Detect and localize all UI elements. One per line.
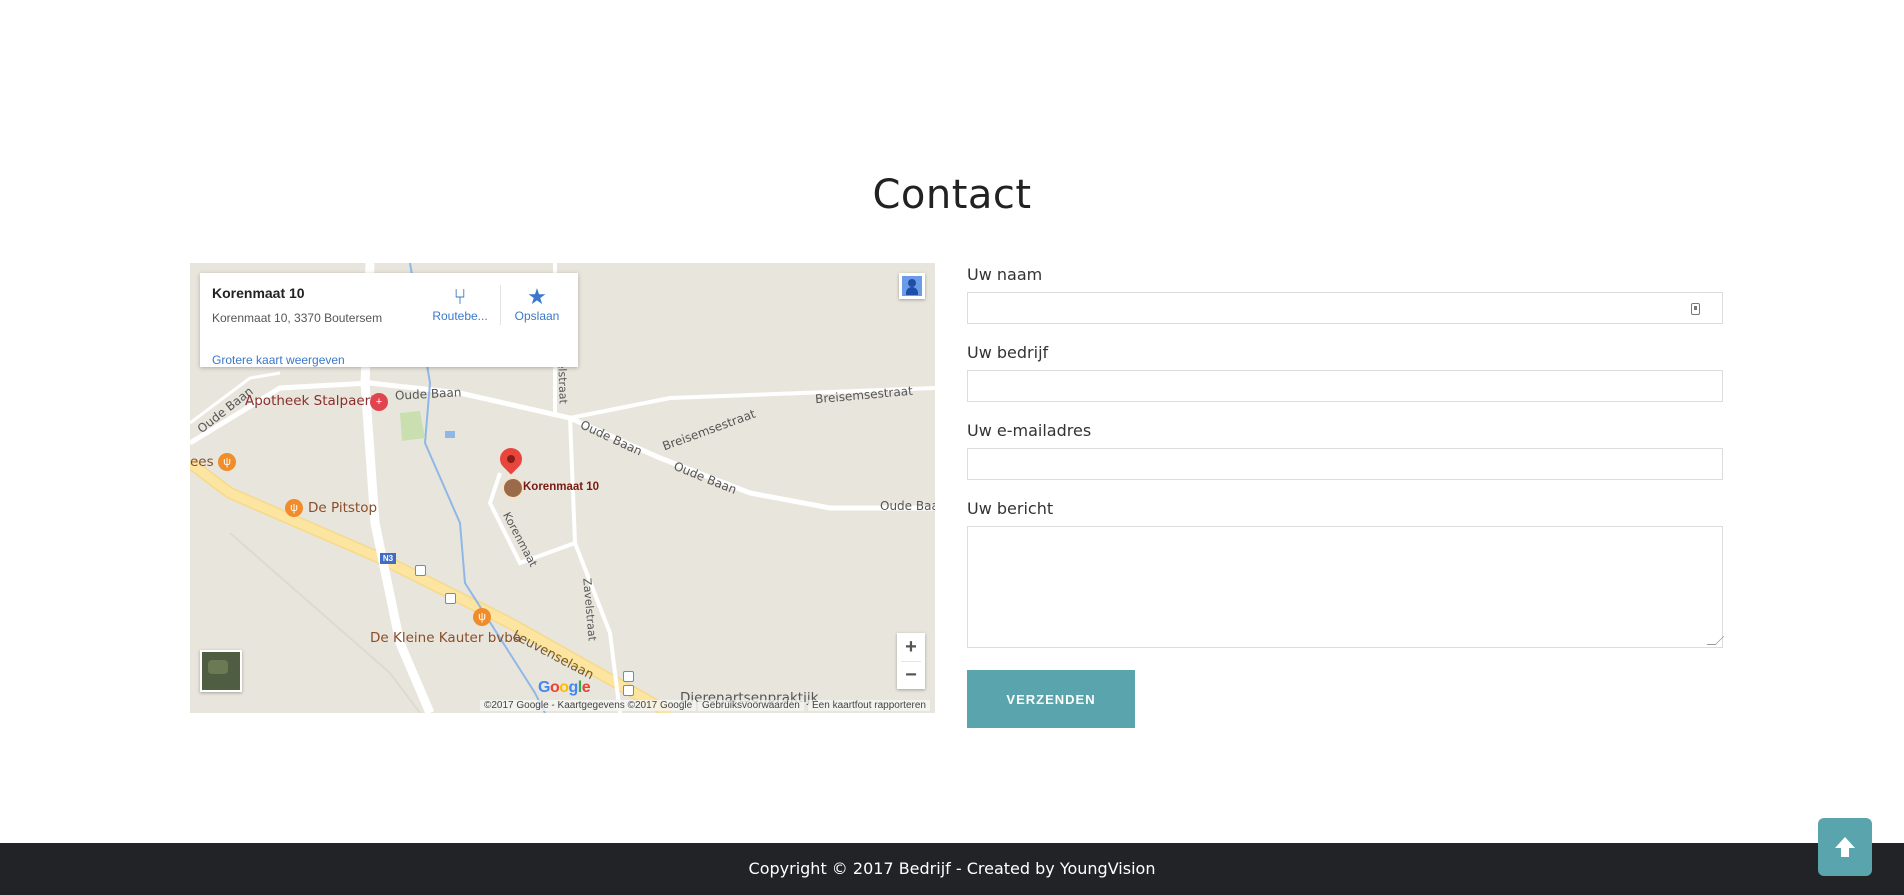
name-label: Uw naam — [967, 265, 1043, 284]
company-label: Uw bedrijf — [967, 343, 1049, 362]
zoom-in-button[interactable]: + — [897, 633, 925, 661]
place-dot — [502, 477, 524, 499]
poi-label[interactable]: De Pitstop — [308, 500, 377, 516]
resize-handle[interactable] — [1706, 636, 1725, 645]
bus-stop-icon — [445, 593, 456, 604]
satellite-toggle[interactable] — [200, 650, 242, 692]
save-label: Opslaan — [514, 309, 560, 323]
report-error-link[interactable]: Een kaartfout rapporteren — [808, 700, 930, 711]
message-textarea[interactable] — [967, 526, 1725, 648]
pharmacy-icon[interactable]: + — [370, 393, 388, 411]
autofill-icon[interactable] — [1691, 303, 1700, 315]
zoom-control: + − — [897, 633, 925, 689]
name-input[interactable] — [967, 292, 1723, 324]
map-attribution-bar: ©2017 Google - Kaartgegevens ©2017 Googl… — [190, 700, 935, 713]
save-button[interactable]: ★ Opslaan — [505, 284, 569, 324]
bus-stop-icon — [623, 685, 634, 696]
google-logo: Google — [538, 679, 591, 696]
poi-label[interactable]: De Kleine Kauter bvba — [370, 630, 521, 646]
terms-link[interactable]: Gebruiksvoorwaarden — [698, 700, 804, 711]
directions-icon: ⑂ — [453, 284, 467, 309]
bus-stop-icon — [623, 671, 634, 682]
poi-label[interactable]: Apotheek Stalpaert — [245, 393, 376, 409]
road-shield: N3 — [380, 553, 396, 564]
directions-label: Routebe... — [432, 309, 488, 323]
marker-label[interactable]: Korenmaat 10 — [523, 481, 599, 493]
poi-label[interactable]: ees — [190, 454, 214, 470]
info-divider — [500, 285, 501, 325]
company-input[interactable] — [967, 370, 1723, 402]
email-label: Uw e-mailadres — [967, 421, 1092, 440]
info-address: Korenmaat 10, 3370 Boutersem — [212, 311, 383, 325]
arrow-up-icon — [1835, 837, 1855, 857]
submit-button[interactable]: VERZENDEN — [967, 670, 1135, 728]
back-to-top-button[interactable] — [1818, 818, 1872, 876]
restaurant-icon[interactable]: ψ — [285, 499, 303, 517]
email-input[interactable] — [967, 448, 1723, 480]
site-footer: Copyright © 2017 Bedrijf - Created by Yo… — [0, 843, 1904, 895]
directions-button[interactable]: ⑂ Routebe... — [428, 284, 492, 324]
bus-stop-icon — [415, 565, 426, 576]
attribution-text: ©2017 Google - Kaartgegevens ©2017 Googl… — [480, 700, 697, 711]
message-label: Uw bericht — [967, 499, 1054, 518]
map-info-card: Korenmaat 10 Korenmaat 10, 3370 Bouterse… — [200, 273, 578, 367]
zoom-out-button[interactable]: − — [897, 661, 925, 689]
restaurant-icon[interactable]: ψ — [218, 453, 236, 471]
google-map[interactable]: Oude Baan Oude Baan Oude Baan Oude Baan … — [190, 263, 935, 713]
info-place-name: Korenmaat 10 — [212, 285, 305, 301]
larger-map-link[interactable]: Grotere kaart weergeven — [212, 353, 345, 367]
star-icon: ★ — [527, 284, 547, 309]
street-label: Oude Baan — [880, 499, 935, 513]
copyright-text: Copyright © 2017 Bedrijf - Created by Yo… — [748, 859, 1156, 878]
section-title: Contact — [872, 172, 1032, 218]
restaurant-icon[interactable]: ψ — [473, 608, 491, 626]
pegman-icon[interactable] — [899, 273, 925, 299]
